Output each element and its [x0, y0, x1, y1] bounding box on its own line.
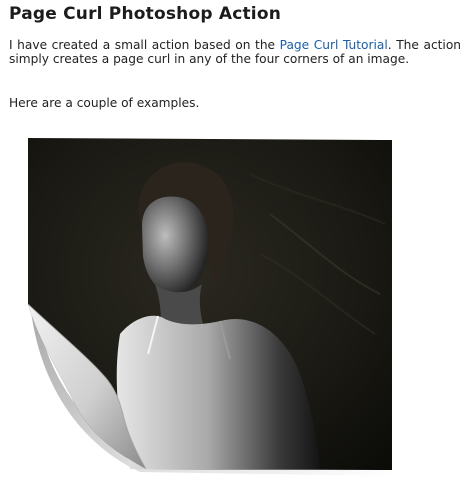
- page-curl-tutorial-link[interactable]: Page Curl Tutorial: [280, 38, 388, 52]
- article-title: Page Curl Photoshop Action: [9, 4, 282, 24]
- intro-paragraph: I have created a small action based on t…: [9, 38, 461, 66]
- intro-text-before-link: I have created a small action based on t…: [9, 38, 280, 52]
- examples-paragraph: Here are a couple of examples.: [9, 96, 200, 110]
- face: [142, 196, 209, 295]
- article-page: Page Curl Photoshop Action I have create…: [0, 0, 470, 485]
- page-curl-example-image: [27, 138, 392, 476]
